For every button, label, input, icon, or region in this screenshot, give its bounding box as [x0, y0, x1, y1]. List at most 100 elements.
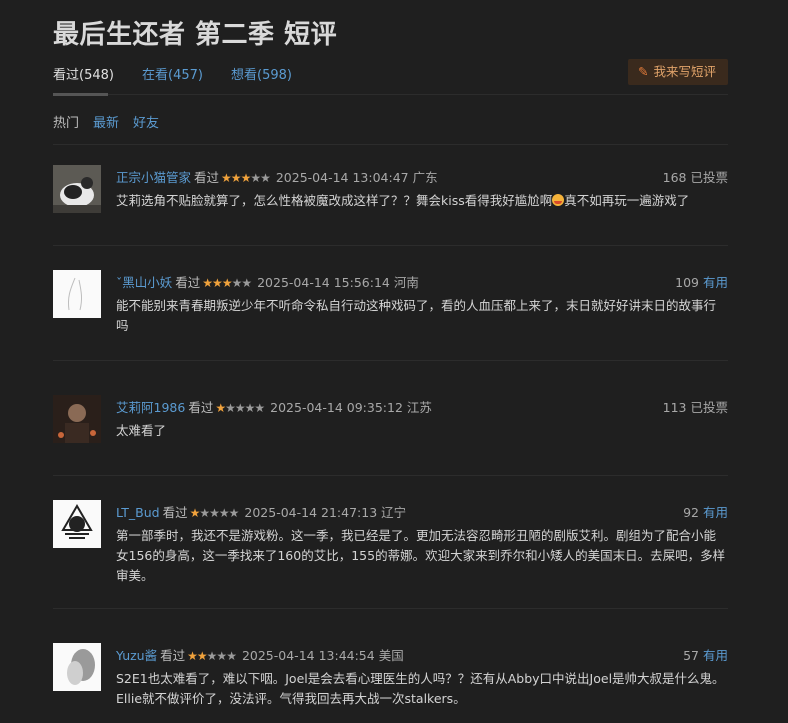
location: 美国 [378, 648, 404, 663]
review-item: 正宗小猫管家 看过 ★★★★★ 2025-04-14 13:04:47 广东 168 已投… [53, 165, 728, 246]
star-icon: ★ [216, 649, 227, 663]
page-title: 最后生还者 第二季 短评 [53, 20, 338, 50]
review-text-part: S2E1也太难看了，难以下咽。Joel是会去看心理医生的人吗？？还有从Abby口… [116, 671, 725, 706]
star-icon: ★ [226, 649, 237, 663]
review-text: S2E1也太难看了，难以下咽。Joel是会去看心理医生的人吗？？还有从Abby口… [116, 669, 728, 709]
star-icon: ★ [209, 506, 220, 520]
location: 广东 [412, 170, 438, 185]
star-icon: ★ [202, 276, 213, 290]
review-text: 艾莉选角不贴脸就算了，怎么性格被魔改成这样了？？舞会kiss看得我好尴尬啊 真不如… [116, 191, 728, 211]
star-icon: ★ [250, 171, 261, 185]
vote-area: 168 已投票 [663, 167, 728, 186]
review-item: LT_Bud 看过 ★★★★★ 2025-04-14 21:47:13 辽宁 92 有用 … [53, 500, 728, 609]
review-meta: 正宗小猫管家 看过 ★★★★★ 2025-04-14 13:04:47 广东 [116, 167, 438, 186]
avatar[interactable] [53, 165, 101, 213]
star-icon: ★ [187, 649, 198, 663]
vote-count: 113 [662, 400, 687, 415]
avatar[interactable] [53, 270, 101, 318]
star-icon: ★ [234, 401, 246, 415]
location: 江苏 [406, 400, 432, 415]
sort-bar: 热门 最新 好友 [53, 110, 728, 145]
watch-status: 看过 [175, 275, 201, 290]
watch-status: 看过 [188, 400, 214, 415]
star-icon: ★ [199, 506, 210, 520]
vote-count: 109 [675, 275, 699, 290]
username[interactable]: Yuzu酱 [116, 648, 157, 663]
username[interactable]: 正宗小猫管家 [116, 170, 191, 185]
heart-eyes-emoji-icon [552, 194, 565, 206]
avatar[interactable] [53, 500, 101, 548]
vote-area: 57 有用 [683, 645, 728, 664]
star-icon: ★ [196, 649, 208, 663]
tab-want-to-watch[interactable]: 想看(598) [231, 64, 292, 83]
sort-newest[interactable]: 最新 [93, 112, 119, 131]
vote-button[interactable]: 已投票 [690, 170, 728, 185]
vote-button[interactable]: 有用 [703, 275, 728, 290]
tab-watching[interactable]: 在看(457) [142, 64, 203, 83]
review-meta: Yuzu酱 看过 ★★★★★ 2025-04-14 13:44:54 美国 [116, 645, 404, 664]
review-meta: LT_Bud 看过 ★★★★★ 2025-04-14 21:47:13 辽宁 [116, 502, 406, 521]
timestamp[interactable]: 2025-04-14 13:04:47 [276, 170, 409, 185]
timestamp[interactable]: 2025-04-14 15:56:14 [257, 275, 390, 290]
review-item: ˇ黑山小妖 看过 ★★★★★ 2025-04-14 15:56:14 河南 109 有用 … [53, 270, 728, 361]
vote-button[interactable]: 有用 [703, 648, 728, 663]
timestamp[interactable]: 2025-04-14 13:44:54 [242, 648, 375, 663]
star-icon: ★ [231, 276, 243, 290]
review-text-part: 太难看了 [116, 423, 167, 438]
vote-area: 92 有用 [683, 502, 728, 521]
review-meta: ˇ黑山小妖 看过 ★★★★★ 2025-04-14 15:56:14 河南 [116, 272, 419, 291]
star-icon: ★ [240, 171, 252, 185]
star-icon: ★ [244, 401, 256, 415]
star-icon: ★ [230, 171, 242, 185]
star-icon: ★ [228, 506, 240, 520]
star-icon: ★ [221, 171, 232, 185]
star-rating: ★★★★★ [221, 171, 271, 185]
location: 河南 [393, 275, 419, 290]
vote-button[interactable]: 已投票 [690, 400, 728, 415]
review-text-part: 第一部季时，我还不是游戏粉。这一季，我已经是了。更加无法容忍畸形丑陋的剧版艾利。… [116, 528, 726, 583]
review-text: 第一部季时，我还不是游戏粉。这一季，我已经是了。更加无法容忍畸形丑陋的剧版艾利。… [116, 526, 728, 586]
write-review-button[interactable]: ✎ 我来写短评 [628, 59, 728, 85]
vote-count: 92 [683, 505, 699, 520]
avatar[interactable] [53, 643, 101, 691]
star-icon: ★ [218, 506, 230, 520]
watch-status: 看过 [160, 648, 186, 663]
review-text-part: 艾莉选角不贴脸就算了，怎么性格被魔改成这样了？？舞会kiss看得我好尴尬啊 [116, 193, 553, 208]
star-icon: ★ [241, 276, 252, 290]
vote-area: 109 有用 [675, 272, 728, 291]
star-rating: ★★★★★ [187, 649, 237, 663]
timestamp[interactable]: 2025-04-14 21:47:13 [244, 505, 377, 520]
pencil-icon: ✎ [638, 64, 649, 79]
vote-area: 113 已投票 [663, 397, 728, 416]
avatar[interactable] [53, 395, 101, 443]
write-review-label: 我来写短评 [653, 64, 716, 79]
review-text-part: 能不能别来青春期叛逆少年不听命令私自行动这种戏码了，看的人血压都上来了，末日就好… [116, 298, 717, 333]
vote-count: 57 [683, 648, 699, 663]
review-item: Yuzu酱 看过 ★★★★★ 2025-04-14 13:44:54 美国 57 有用 S… [53, 643, 728, 723]
review-text: 太难看了 [116, 421, 728, 441]
timestamp[interactable]: 2025-04-14 09:35:12 [270, 400, 403, 415]
star-rating: ★★★★★ [202, 276, 252, 290]
location: 辽宁 [381, 505, 407, 520]
sort-friends[interactable]: 好友 [133, 112, 159, 131]
star-rating: ★★★★★ [215, 401, 265, 415]
status-tabs: 看过(548) 在看(457) 想看(598) ✎ 我来写短评 [53, 58, 728, 96]
star-icon: ★ [254, 401, 265, 415]
watch-status: 看过 [194, 170, 220, 185]
star-icon: ★ [189, 506, 201, 520]
username[interactable]: 艾莉阿1986 [116, 400, 185, 415]
star-icon: ★ [225, 401, 236, 415]
username[interactable]: ˇ黑山小妖 [116, 275, 172, 290]
vote-button[interactable]: 有用 [703, 505, 728, 520]
review-item: 艾莉阿1986 看过 ★★★★★ 2025-04-14 09:35:12 江苏 113 已… [53, 395, 728, 476]
star-icon: ★ [215, 401, 226, 415]
star-icon: ★ [260, 171, 271, 185]
sort-hot[interactable]: 热门 [53, 112, 79, 131]
watch-status: 看过 [162, 505, 188, 520]
star-rating: ★★★★★ [189, 506, 240, 520]
tab-watched[interactable]: 看过(548) [53, 64, 114, 96]
review-text-part: 真不如再玩一遍游戏了 [564, 193, 690, 208]
review-meta: 艾莉阿1986 看过 ★★★★★ 2025-04-14 09:35:12 江苏 [116, 397, 432, 416]
vote-count: 168 [662, 170, 687, 185]
username[interactable]: LT_Bud [116, 505, 160, 520]
